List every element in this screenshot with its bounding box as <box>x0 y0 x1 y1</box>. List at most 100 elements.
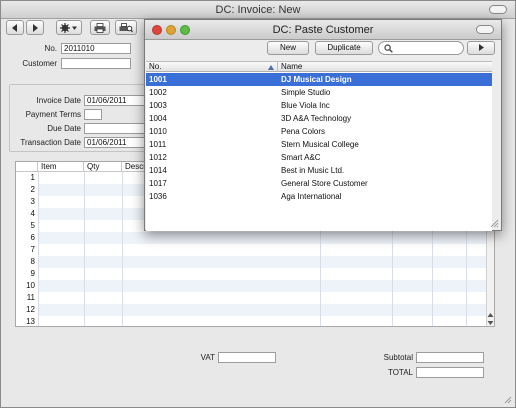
customer-name: Blue Viola Inc <box>281 101 330 110</box>
search-icon <box>384 44 393 53</box>
customer-number: 1011 <box>149 140 167 149</box>
name-column-header[interactable]: Name <box>278 62 492 72</box>
customer-label: Customer <box>22 59 57 68</box>
previous-record-button[interactable] <box>6 20 24 35</box>
invoice-window-titlebar[interactable]: DC: Invoice: New <box>1 1 515 19</box>
customer-name: General Store Customer <box>281 179 368 188</box>
customer-name: Best in Music Ltd. <box>281 166 345 175</box>
customer-row[interactable]: 1001 DJ Musical Design <box>146 73 492 86</box>
customer-name: DJ Musical Design <box>281 75 352 84</box>
row-number: 11 <box>26 293 35 302</box>
gear-icon <box>60 22 77 33</box>
invoice-date-label: Invoice Date <box>36 96 81 105</box>
row-number-header <box>16 162 38 172</box>
invoice-number-field[interactable]: 2011010 <box>61 43 131 54</box>
customer-row[interactable]: 1004 3D A&A Technology <box>146 112 492 125</box>
close-window-button[interactable] <box>152 25 162 35</box>
toolbar-toggle-button[interactable] <box>476 25 494 34</box>
minimize-window-button[interactable] <box>166 25 176 35</box>
customer-name: Pena Colors <box>281 127 326 136</box>
due-date-label: Due Date <box>47 124 81 133</box>
toolbar-toggle-button[interactable] <box>489 5 507 14</box>
grid-divider <box>84 172 85 326</box>
row-number: 9 <box>30 269 35 278</box>
go-forward-button[interactable] <box>467 41 495 55</box>
print-preview-button[interactable] <box>115 20 137 35</box>
item-column-header[interactable]: Item <box>38 162 84 172</box>
no-label: No. <box>44 44 57 53</box>
arrow-right-icon <box>478 44 484 51</box>
customer-number: 1010 <box>149 127 167 136</box>
row-number: 3 <box>30 197 35 206</box>
row-number: 10 <box>26 281 35 290</box>
resize-grip-icon[interactable] <box>502 394 512 404</box>
sort-ascending-icon <box>268 65 274 70</box>
duplicate-button[interactable]: Duplicate <box>315 41 373 55</box>
paste-customer-title: DC: Paste Customer <box>272 24 374 36</box>
scroll-up-icon <box>487 313 494 317</box>
printer-icon <box>94 22 106 33</box>
new-button[interactable]: New <box>267 41 309 55</box>
customer-row[interactable]: 1014 Best in Music Ltd. <box>146 164 492 177</box>
customer-row[interactable]: 1002 Simple Studio <box>146 86 492 99</box>
transaction-date-field[interactable]: 01/06/2011 <box>84 137 146 148</box>
customer-row[interactable]: 1010 Pena Colors <box>146 125 492 138</box>
arrow-right-icon <box>33 23 38 32</box>
operations-menu-button[interactable] <box>56 20 82 35</box>
total-label: TOTAL <box>387 368 413 377</box>
paste-customer-titlebar[interactable]: DC: Paste Customer <box>145 20 501 40</box>
resize-grip-icon[interactable] <box>489 218 499 228</box>
subtotal-label: Subtotal <box>383 353 413 362</box>
print-button[interactable] <box>90 20 110 35</box>
customer-name: 3D A&A Technology <box>281 114 352 123</box>
customer-row[interactable]: 1012 Smart A&C <box>146 151 492 164</box>
customer-name: Simple Studio <box>281 88 331 97</box>
paste-customer-window: DC: Paste Customer New Duplicate No. Nam… <box>144 19 502 231</box>
zoom-window-button[interactable] <box>180 25 190 35</box>
qty-column-header[interactable]: Qty <box>84 162 122 172</box>
row-number: 8 <box>30 257 35 266</box>
search-field[interactable] <box>378 41 464 55</box>
transaction-date-label: Transaction Date <box>20 138 81 147</box>
row-number: 2 <box>30 185 35 194</box>
no-column-header[interactable]: No. <box>146 62 278 72</box>
search-input[interactable] <box>395 43 459 53</box>
customer-number: 1002 <box>149 88 167 97</box>
customer-row[interactable]: 1003 Blue Viola Inc <box>146 99 492 112</box>
payment-terms-label: Payment Terms <box>25 110 81 119</box>
row-number: 12 <box>26 305 35 314</box>
grid-row-stripe <box>38 256 494 268</box>
customer-row[interactable]: 1036 Aga International <box>146 190 492 203</box>
customer-list[interactable]: No. Name 1001 DJ Musical Design 1002 Sim… <box>146 61 492 231</box>
row-number: 1 <box>30 173 35 182</box>
scroll-down-icon <box>487 321 494 325</box>
grid-row-stripe <box>38 232 494 244</box>
vat-field[interactable] <box>218 352 276 363</box>
arrow-left-icon <box>12 23 17 32</box>
subtotal-field[interactable] <box>416 352 484 363</box>
customer-name: Aga International <box>281 192 342 201</box>
payment-terms-field[interactable] <box>84 109 102 120</box>
due-date-field[interactable] <box>84 123 146 134</box>
print-preview-icon <box>119 22 133 32</box>
customer-number: 1001 <box>149 75 167 84</box>
customer-row[interactable]: 1011 Stern Musical College <box>146 138 492 151</box>
customer-name: Smart A&C <box>281 153 321 162</box>
grid-row-stripe <box>38 304 494 316</box>
grid-divider <box>122 172 123 326</box>
row-number: 5 <box>30 221 35 230</box>
row-number: 13 <box>26 317 35 326</box>
grid-row-stripe <box>38 280 494 292</box>
customer-number: 1017 <box>149 179 167 188</box>
grid-divider <box>38 172 39 326</box>
customer-number: 1004 <box>149 114 167 123</box>
invoice-date-field[interactable]: 01/06/2011 <box>84 95 146 106</box>
customer-field[interactable] <box>61 58 131 69</box>
row-number: 4 <box>30 209 35 218</box>
customer-number: 1012 <box>149 153 167 162</box>
customer-row[interactable]: 1017 General Store Customer <box>146 177 492 190</box>
customer-number: 1014 <box>149 166 167 175</box>
total-field[interactable] <box>416 367 484 378</box>
next-record-button[interactable] <box>26 20 44 35</box>
invoice-window-title: DC: Invoice: New <box>215 4 301 16</box>
